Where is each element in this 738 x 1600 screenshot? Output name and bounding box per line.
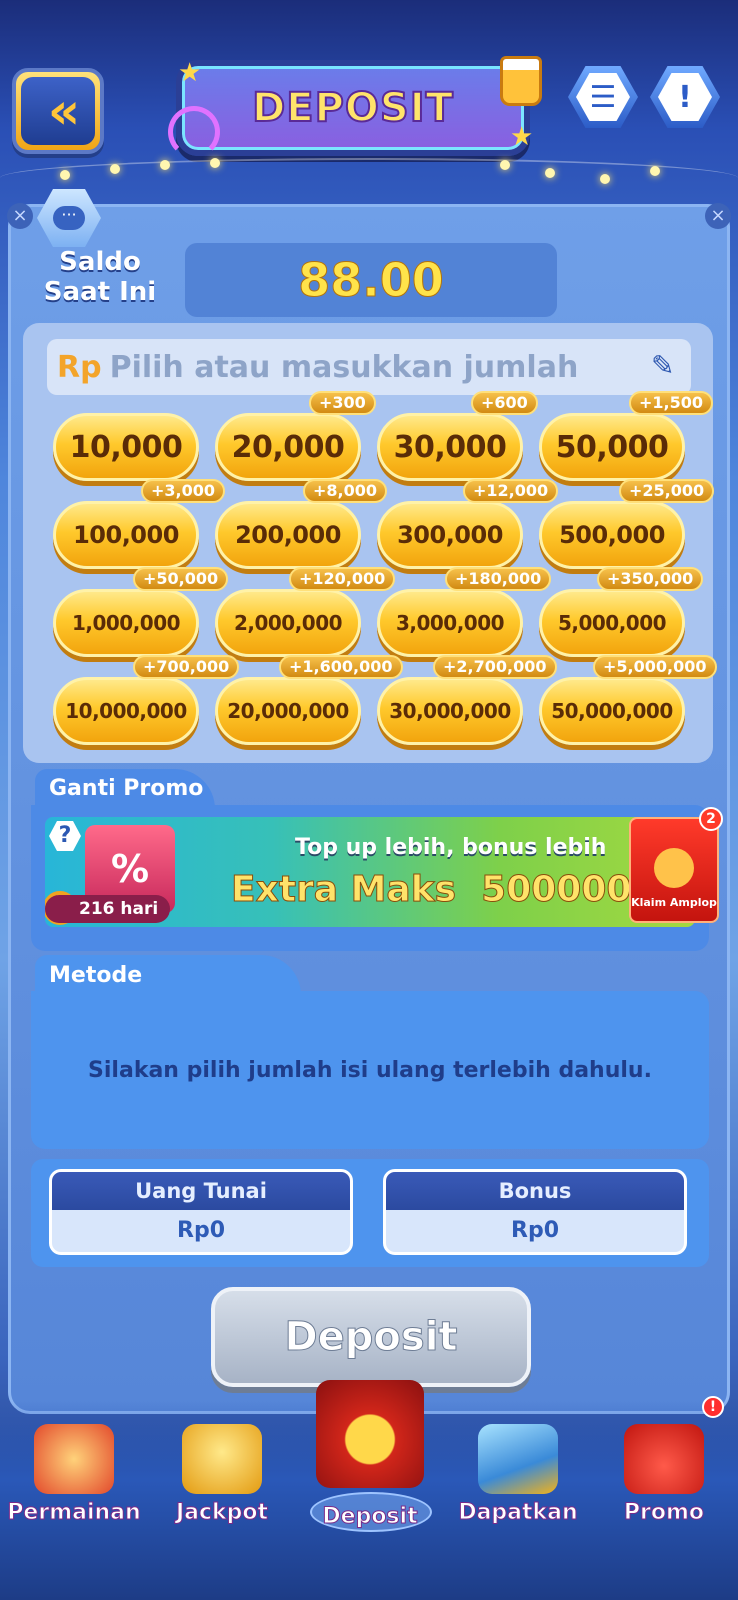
help-icon[interactable]: ?	[49, 821, 81, 851]
deposit-button[interactable]: Deposit	[211, 1287, 531, 1387]
amount-option[interactable]: 3,000,000	[377, 589, 523, 657]
promo-subtitle: Top up lebih, bonus lebih	[295, 835, 607, 860]
amount-option[interactable]: 500,000	[539, 501, 685, 569]
bonus-tag: +1,600,000	[279, 655, 403, 679]
star-icon: ★	[178, 58, 202, 88]
bonus-tag: +1,500	[629, 391, 714, 415]
amount-option[interactable]: 10,000,000	[53, 677, 199, 745]
bonus-tag: +180,000	[445, 567, 552, 591]
string-lights	[0, 158, 738, 198]
cash-value: Rp0	[177, 1218, 225, 1243]
nav-label: Deposit	[322, 1504, 418, 1530]
envelope-seal-icon	[654, 848, 694, 888]
close-icon: ×	[7, 203, 33, 229]
nav-item-promo[interactable]: ! Promo	[590, 1396, 738, 1540]
amount-option[interactable]: 20,000,000	[215, 677, 361, 745]
amount-option[interactable]: 30,000	[377, 413, 523, 481]
nav-item-dapatkan[interactable]: Dapatkan	[444, 1400, 592, 1540]
envelope-count-badge: 2	[699, 807, 723, 831]
payment-method-card: Silakan pilih jumlah isi ulang terlebih …	[31, 991, 709, 1149]
currency-label: Rp	[57, 349, 102, 385]
bonus-tag: +600	[471, 391, 538, 415]
headset-icon	[168, 106, 220, 158]
nav-item-jackpot[interactable]: Jackpot	[148, 1400, 296, 1540]
totals-panel: Uang Tunai Rp0 Bonus Rp0	[31, 1159, 709, 1267]
amount-option[interactable]: 2,000,000	[215, 589, 361, 657]
chat-bubble-icon: ···	[53, 206, 85, 230]
bonus-value: Rp0	[511, 1218, 559, 1243]
amount-placeholder: Pilih atau masukkan jumlah	[109, 349, 579, 385]
promo-tab[interactable]: Ganti Promo	[35, 769, 215, 809]
nav-label: Jackpot	[175, 1500, 269, 1526]
bonus-tag: +2,700,000	[433, 655, 557, 679]
phone-coins-icon	[478, 1424, 558, 1494]
promo-banner[interactable]: % ? ◷ 216 hari Top up lebih, bonus lebih…	[45, 817, 695, 927]
deposit-button-label: Deposit	[284, 1314, 458, 1361]
amount-option[interactable]: 1,000,000	[53, 589, 199, 657]
amount-option[interactable]: 5,000,000	[539, 589, 685, 657]
amount-option[interactable]: 50,000,000	[539, 677, 685, 745]
balance-label: Saldo Saat Ini	[43, 247, 157, 307]
payment-message: Silakan pilih jumlah isi ulang terlebih …	[88, 1057, 652, 1083]
amount-option[interactable]: 30,000,000	[377, 677, 523, 745]
amount-option[interactable]: 10,000	[53, 413, 199, 481]
beer-mug-icon	[500, 56, 542, 106]
bonus-tag: +12,000	[463, 479, 559, 503]
deposit-panel: × × ··· Saldo Saat Ini 88.00 Rp Pilih at…	[7, 189, 731, 1414]
nav-item-deposit[interactable]: Deposit	[296, 1380, 444, 1540]
amount-option[interactable]: 300,000	[377, 501, 523, 569]
balance-box: 88.00	[185, 243, 557, 317]
bonus-tag: +25,000	[619, 479, 715, 503]
nav-label: Permainan	[7, 1500, 141, 1526]
promo-days-badge: 216 hari	[45, 895, 171, 923]
amount-option[interactable]: 50,000	[539, 413, 685, 481]
history-button[interactable]: ☰	[568, 66, 638, 128]
bonus-tag: +350,000	[597, 567, 704, 591]
info-button[interactable]: !	[650, 66, 720, 128]
bonus-tag: +5,000,000	[593, 655, 717, 679]
title-plate: DEPOSIT	[176, 60, 530, 156]
bottom-nav: Permainan Jackpot Deposit Dapatkan ! Pro…	[0, 1380, 738, 1600]
notification-badge: !	[702, 1396, 724, 1418]
cash-box: Uang Tunai Rp0	[49, 1169, 353, 1255]
balance-value: 88.00	[298, 253, 445, 308]
amount-option[interactable]: 100,000	[53, 501, 199, 569]
back-button[interactable]: «	[12, 68, 104, 154]
page-title: DEPOSIT	[251, 84, 454, 132]
envelope-label: Klaim Amplop	[631, 896, 717, 909]
bonus-tag: +300	[309, 391, 376, 415]
close-icon: ×	[705, 203, 731, 229]
promo-card: % ? ◷ 216 hari Top up lebih, bonus lebih…	[31, 805, 723, 951]
nav-label: Dapatkan	[458, 1500, 578, 1526]
pencil-icon[interactable]: ✎	[651, 351, 681, 381]
amount-card: Rp Pilih atau masukkan jumlah ✎ 10,000 2…	[23, 323, 717, 763]
cash-label: Uang Tunai	[52, 1172, 350, 1210]
nav-label: Promo	[623, 1500, 705, 1526]
claim-envelope-button[interactable]: Klaim Amplop	[629, 817, 719, 923]
exclamation-icon: !	[658, 73, 712, 121]
amount-input[interactable]: Rp Pilih atau masukkan jumlah ✎	[47, 339, 691, 395]
amount-option[interactable]: 200,000	[215, 501, 361, 569]
bonus-box: Bonus Rp0	[383, 1169, 687, 1255]
amount-option[interactable]: 20,000	[215, 413, 361, 481]
bonus-tag: +3,000	[141, 479, 226, 503]
treasure-chest-icon	[316, 1380, 424, 1488]
slot-machine-icon	[34, 1424, 114, 1494]
gift-box-icon	[624, 1424, 704, 1494]
back-arrow-icon: «	[21, 77, 95, 145]
promo-headline: Extra Maks 5000000	[231, 869, 657, 911]
header: « DEPOSIT ★ ★ ☰ !	[0, 0, 738, 190]
trophy-icon	[182, 1424, 262, 1494]
bonus-tag: +50,000	[133, 567, 229, 591]
nav-item-permainan[interactable]: Permainan	[0, 1400, 148, 1540]
star-icon: ★	[510, 122, 534, 152]
history-icon: ☰	[576, 73, 630, 121]
bonus-label: Bonus	[386, 1172, 684, 1210]
bonus-tag: +700,000	[133, 655, 240, 679]
bonus-tag: +8,000	[303, 479, 388, 503]
bonus-tag: +120,000	[289, 567, 396, 591]
